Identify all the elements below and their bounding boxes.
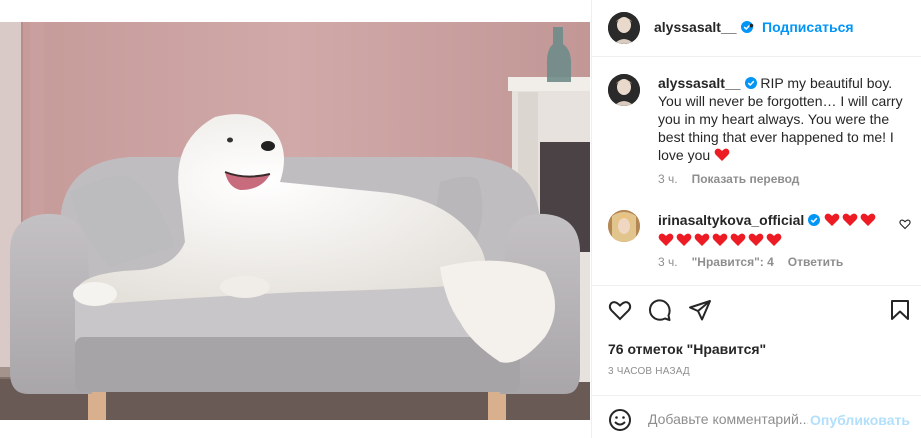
author-avatar-image (608, 12, 640, 44)
comment-text: irinasaltykova_official (658, 210, 890, 250)
translate-button[interactable]: Показать перевод (692, 172, 800, 186)
comment-age: 3 ч. (658, 255, 678, 269)
heart-icon[interactable] (608, 298, 632, 322)
comment-like-icon[interactable] (899, 218, 911, 230)
red-heart-icon (658, 233, 674, 247)
red-heart-icon (748, 233, 764, 247)
commenter-username[interactable]: irinasaltykova_official (658, 212, 804, 228)
red-heart-icon (766, 233, 782, 247)
red-heart-icon (694, 233, 710, 247)
caption-avatar[interactable] (608, 74, 640, 106)
post-time[interactable]: 3 ЧАСОВ НАЗАД (608, 366, 690, 377)
author-username[interactable]: alyssasalt__ (654, 19, 753, 35)
reply-button[interactable]: Ответить (788, 255, 843, 269)
caption-avatar-image (608, 74, 640, 106)
bookmark-icon[interactable] (888, 298, 912, 322)
likes-count[interactable]: 76 отметок "Нравится" (608, 341, 766, 357)
red-heart-icon (860, 213, 876, 227)
caption-meta: 3 ч. Показать перевод (658, 172, 799, 186)
red-heart-icon (676, 233, 692, 247)
verified-icon (808, 214, 821, 226)
smile-icon[interactable] (608, 408, 632, 432)
red-heart-icon (712, 233, 728, 247)
comment-meta: 3 ч. "Нравится": 4 Ответить (658, 255, 843, 269)
post-side-panel: alyssasalt__ • Подписаться alyssasalt__ … (591, 0, 921, 438)
share-icon[interactable] (688, 298, 712, 322)
header-separator: • (749, 17, 754, 33)
follow-button[interactable]: Подписаться (762, 19, 854, 35)
comment-icon[interactable] (648, 298, 672, 322)
commenter-avatar-image (608, 210, 640, 242)
caption-text: alyssasalt__ RIP my beautiful boy. You w… (658, 74, 906, 164)
post-header: alyssasalt__ • Подписаться (592, 0, 921, 57)
author-avatar[interactable] (608, 12, 640, 44)
comment-likes[interactable]: "Нравится": 4 (692, 255, 774, 269)
add-comment-bar: Опубликовать (592, 395, 921, 438)
post-actions: 76 отметок "Нравится" 3 ЧАСОВ НАЗАД (592, 285, 921, 405)
red-heart-icon (824, 213, 840, 227)
commenter-avatar[interactable] (608, 210, 640, 242)
caption-username[interactable]: alyssasalt__ (658, 75, 741, 91)
post-photo[interactable] (0, 22, 590, 420)
comment-input[interactable] (648, 408, 808, 430)
red-heart-icon (714, 148, 730, 162)
caption-age: 3 ч. (658, 172, 678, 186)
author-username-text[interactable]: alyssasalt__ (654, 19, 737, 35)
dog-on-sofa-photo (0, 22, 590, 420)
red-heart-icon (842, 213, 858, 227)
red-heart-icon (730, 233, 746, 247)
verified-icon (744, 77, 757, 89)
publish-button[interactable]: Опубликовать (810, 412, 910, 428)
